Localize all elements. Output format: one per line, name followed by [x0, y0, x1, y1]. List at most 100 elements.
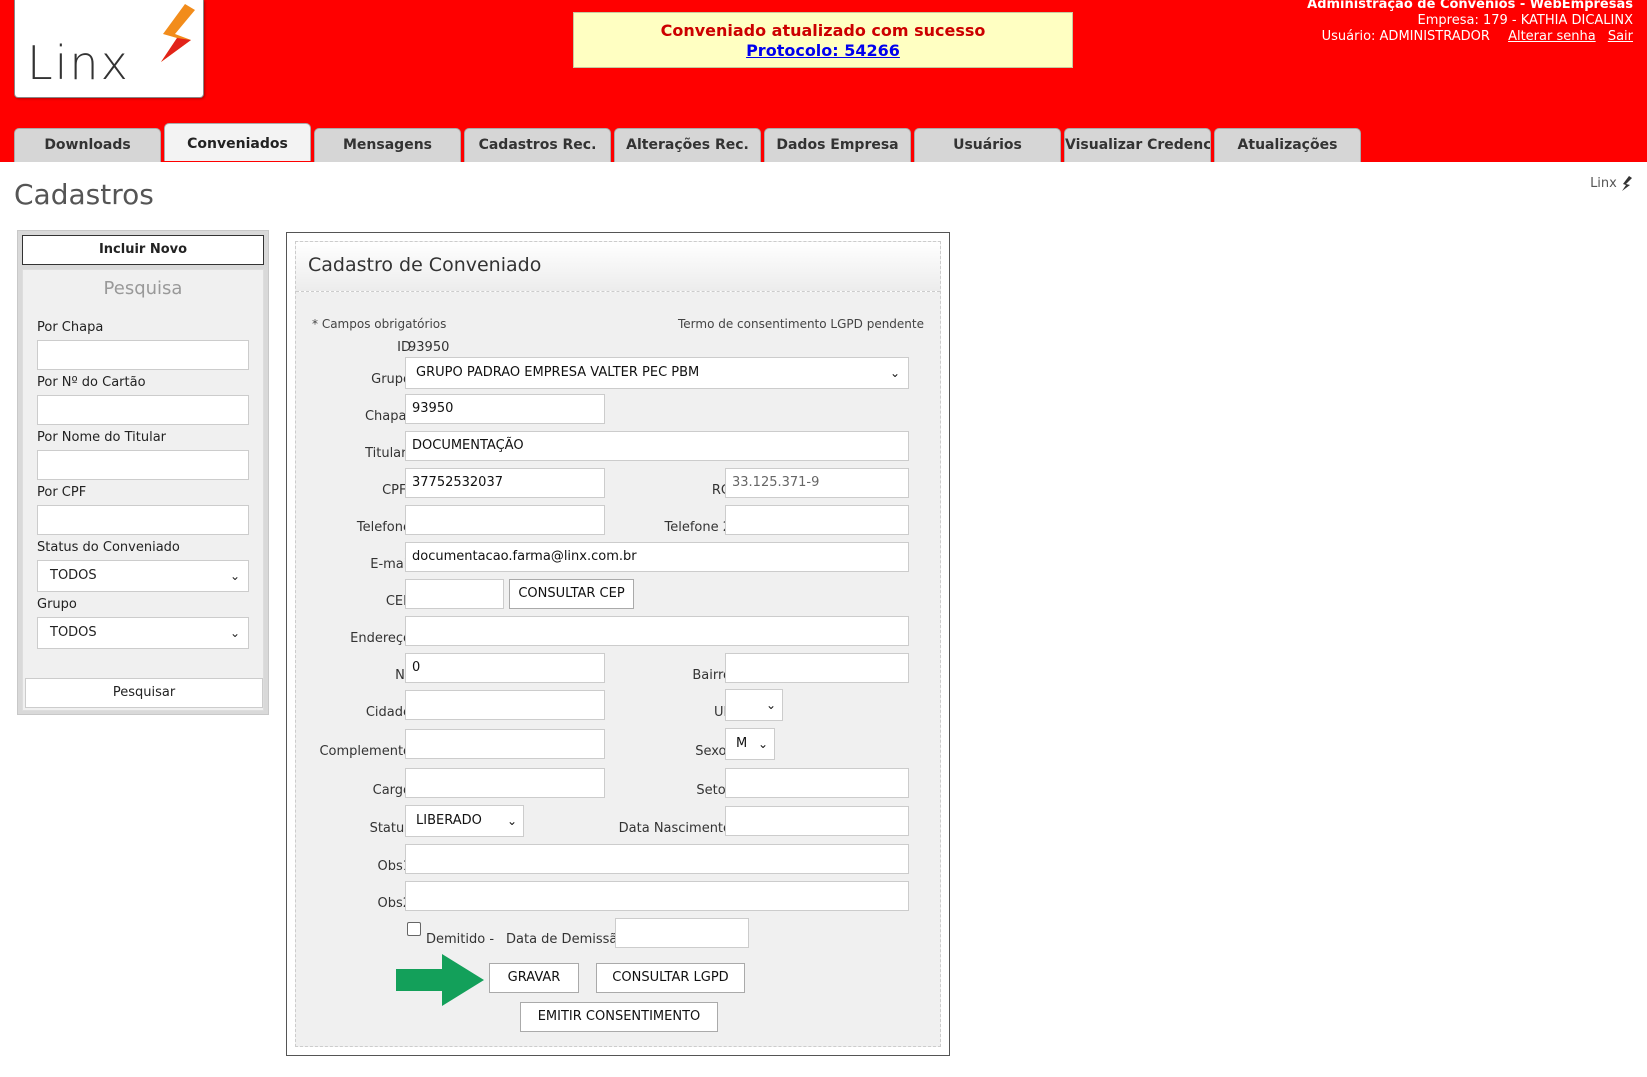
setor-input[interactable] [725, 768, 909, 798]
lgpd-note: Termo de consentimento LGPD pendente [678, 317, 924, 331]
arrow-right-icon [396, 954, 484, 1006]
required-note: * Campos obrigatórios [312, 317, 447, 331]
main-tabs: Downloads Conveniados Mensagens Cadastro… [14, 123, 1364, 162]
cpf-input[interactable]: 37752532037 [405, 468, 605, 498]
search-sidebar: Incluir Novo Pesquisa Por Chapa Por Nº d… [17, 230, 269, 715]
cargo-input[interactable] [405, 768, 605, 798]
tab-alteracoes-rec[interactable]: Alterações Rec. [614, 128, 761, 162]
user-info: Administração de Convênios - WebEmpresas… [1307, 0, 1633, 45]
search-button[interactable]: Pesquisar [25, 678, 263, 708]
status-filter-select[interactable]: TODOS ⌄ [37, 560, 249, 592]
include-new-button[interactable]: Incluir Novo [22, 235, 264, 265]
demitido-checkbox[interactable] [407, 922, 421, 936]
by-cpf-label: Por CPF [37, 485, 87, 500]
telefone2-label: Telefone 2 [664, 520, 731, 535]
tab-mensagens[interactable]: Mensagens [314, 128, 461, 162]
tab-usuarios[interactable]: Usuários [914, 128, 1061, 162]
company-info: Empresa: 179 - KATHIA DICALINX [1417, 13, 1633, 28]
page-title: Cadastros [14, 178, 154, 211]
email-input[interactable]: documentacao.farma@linx.com.br [405, 542, 909, 572]
chevron-down-icon: ⌄ [506, 814, 517, 828]
consultar-lgpd-button[interactable]: CONSULTAR LGPD [596, 963, 745, 993]
by-cpf-input[interactable] [37, 505, 249, 535]
logo-mark-icon [161, 4, 195, 62]
complemento-input[interactable] [405, 729, 605, 759]
nascimento-input[interactable] [725, 806, 909, 836]
form-header: Cadastro de Conveniado [296, 242, 940, 292]
change-password-link[interactable]: Alterar senha [1508, 29, 1596, 44]
telefone-input[interactable] [405, 505, 605, 535]
status-select[interactable]: LIBERADO ⌄ [405, 805, 524, 837]
id-value: 93950 [408, 340, 450, 355]
protocol-link[interactable]: Protocolo: 54266 [574, 41, 1072, 60]
obs2-input[interactable] [405, 881, 909, 911]
chapa-label-text: Chapa [364, 409, 407, 424]
uf-select[interactable]: ⌄ [725, 689, 783, 721]
group-filter-label: Grupo [37, 597, 77, 612]
form-title: Cadastro de Conveniado [308, 254, 542, 276]
success-message-title: Conveniado atualizado com sucesso [660, 21, 986, 40]
search-box: Pesquisa Por Chapa Por Nº do Cartão Por … [22, 269, 264, 711]
chapa-input[interactable]: 93950 [405, 394, 605, 424]
obs1-input[interactable] [405, 844, 909, 874]
grupo-select[interactable]: GRUPO PADRAO EMPRESA VALTER PEC PBM ⌄ [405, 357, 909, 389]
telefone-label: Telefone [356, 520, 411, 535]
consultar-cep-button[interactable]: CONSULTAR CEP [509, 579, 634, 609]
tab-downloads[interactable]: Downloads [14, 128, 161, 162]
tab-dados-empresa[interactable]: Dados Empresa [764, 128, 911, 162]
tab-atualizacoes[interactable]: Atualizações [1214, 128, 1361, 162]
chevron-down-icon: ⌄ [765, 698, 776, 712]
success-message: Conveniado atualizado com sucesso Protoc… [573, 12, 1073, 68]
grupo-value: GRUPO PADRAO EMPRESA VALTER PEC PBM [416, 365, 700, 380]
header-bar: Linx Conveniado atualizado com sucesso P… [0, 0, 1647, 162]
emitir-consentimento-button[interactable]: EMITIR CONSENTIMENTO [520, 1002, 718, 1032]
tab-visualizar-credencial[interactable]: Visualizar Credencial [1064, 128, 1211, 162]
gravar-button[interactable]: GRAVAR [489, 963, 579, 993]
cidade-input[interactable] [405, 690, 605, 720]
nascimento-label: Data Nascimento [618, 821, 731, 836]
sexo-label-text: Sexo [695, 744, 727, 759]
logo-text: Linx [27, 36, 130, 90]
group-filter-value: TODOS [50, 625, 97, 640]
sexo-value: M [736, 736, 748, 751]
by-card-input[interactable] [37, 395, 249, 425]
user-name: Usuário: ADMINISTRADOR [1321, 29, 1490, 44]
chevron-down-icon: ⌄ [889, 366, 900, 380]
sexo-select[interactable]: M ⌄ [725, 728, 775, 760]
cep-input[interactable] [405, 579, 504, 609]
chevron-down-icon: ⌄ [229, 569, 240, 583]
telefone2-input[interactable] [725, 505, 909, 535]
by-chapa-input[interactable] [37, 340, 249, 370]
by-chapa-label: Por Chapa [37, 320, 104, 335]
status-filter-label: Status do Conveniado [37, 540, 180, 555]
demissao-input[interactable] [615, 918, 749, 948]
rg-input[interactable]: 33.125.371-9 [725, 468, 909, 498]
titular-label-text: Titular [365, 446, 407, 461]
endereco-label: Endereço [350, 631, 411, 646]
small-linx-logo: Linx [1590, 176, 1633, 192]
small-logo-text: Linx [1590, 176, 1617, 191]
app-title: Administração de Convênios - WebEmpresas [1307, 0, 1633, 12]
logout-link[interactable]: Sair [1608, 29, 1633, 44]
status-filter-value: TODOS [50, 568, 97, 583]
demissao-label: Data de Demissão [506, 932, 626, 947]
demitido-label: Demitido - [426, 932, 495, 947]
endereco-input[interactable] [405, 616, 909, 646]
tab-cadastros-rec[interactable]: Cadastros Rec. [464, 128, 611, 162]
numero-input[interactable]: 0 [405, 653, 605, 683]
chevron-down-icon: ⌄ [757, 737, 768, 751]
bairro-input[interactable] [725, 653, 909, 683]
status-value: LIBERADO [416, 813, 482, 828]
linx-logo: Linx [14, 0, 204, 98]
by-card-label: Por Nº do Cartão [37, 375, 146, 390]
titular-input[interactable]: DOCUMENTAÇÃO [405, 431, 909, 461]
by-holder-input[interactable] [37, 450, 249, 480]
by-holder-label: Por Nome do Titular [37, 430, 167, 445]
conveniado-form: Cadastro de Conveniado * Campos obrigató… [295, 241, 941, 1047]
conveniado-form-panel: Cadastro de Conveniado * Campos obrigató… [286, 232, 950, 1056]
group-filter-select[interactable]: TODOS ⌄ [37, 617, 249, 649]
complemento-label: Complemento [319, 744, 411, 759]
tab-conveniados[interactable]: Conveniados [164, 123, 311, 161]
small-logo-mark-icon [1622, 176, 1632, 191]
chevron-down-icon: ⌄ [229, 626, 240, 640]
